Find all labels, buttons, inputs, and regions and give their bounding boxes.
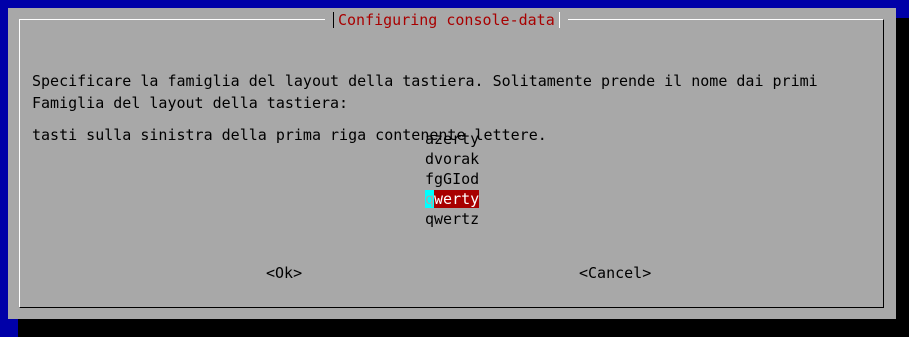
title-left-bracket bbox=[333, 12, 334, 28]
list-item-qwertz[interactable]: qwertz bbox=[425, 209, 479, 229]
list-item-qwerty[interactable]: qwerty bbox=[425, 189, 480, 209]
list-item-dvorak[interactable]: dvorak bbox=[425, 149, 479, 169]
dialog-title-text: Configuring console-data bbox=[338, 11, 555, 29]
cancel-button[interactable]: <Cancel> bbox=[579, 264, 651, 282]
dialog-title: Configuring console-data bbox=[325, 12, 568, 28]
configuration-dialog: Configuring console-data Specificare la … bbox=[8, 8, 896, 319]
list-prompt: Famiglia del layout della tastiera: bbox=[32, 94, 349, 112]
cursor-highlight: q bbox=[425, 190, 435, 208]
keyboard-layout-list[interactable]: azerty dvorak fgGIod qwerty qwertz bbox=[425, 129, 480, 229]
ok-button[interactable]: <Ok> bbox=[266, 264, 302, 282]
list-item-fgGIod[interactable]: fgGIod bbox=[425, 169, 479, 189]
selected-item-label: werty bbox=[434, 190, 480, 208]
title-right-bracket bbox=[558, 12, 560, 28]
list-item-azerty[interactable]: azerty bbox=[425, 129, 479, 149]
description-line-1: Specificare la famiglia del layout della… bbox=[32, 72, 818, 90]
